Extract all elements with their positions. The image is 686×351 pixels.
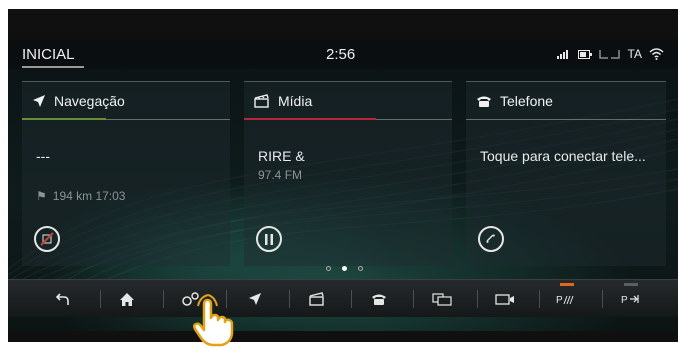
distance-eta-text: 194 km 17:03	[52, 189, 126, 203]
bottom-dock: P P	[8, 279, 678, 317]
media-station-name: RIRE &	[258, 148, 305, 164]
apps-icon	[431, 292, 452, 306]
valet-mode-flag	[624, 283, 638, 286]
navigation-card[interactable]: Navegação --- ⚑ 194 km 17:03	[22, 81, 230, 266]
handset-icon	[486, 234, 495, 243]
apps-dock-button[interactable]	[411, 280, 472, 318]
valet-mode-dock-button[interactable]: P	[600, 280, 661, 318]
valet-mode-icon: P	[621, 295, 639, 306]
park-assist-dock-button[interactable]: P	[536, 280, 597, 318]
navigation-icon	[248, 293, 261, 305]
media-card[interactable]: Mídia RIRE & 97.4 FM	[244, 81, 452, 266]
tap-gesture-hand-icon	[192, 294, 234, 347]
phone-dock-button[interactable]	[348, 280, 409, 318]
phone-divider	[466, 119, 666, 120]
svg-text:P: P	[556, 295, 563, 306]
seat-icon	[598, 49, 620, 59]
navigation-cancel-button[interactable]	[34, 226, 60, 252]
camera-dock-button[interactable]	[474, 280, 535, 318]
navigation-route-text: ---	[36, 148, 50, 164]
clapperboard-icon	[254, 94, 269, 108]
phone-card-header: Telefone	[476, 93, 553, 109]
home-icon	[119, 292, 134, 306]
media-frequency: 97.4 FM	[258, 168, 303, 182]
home-screen-title: INICIAL	[22, 46, 75, 63]
phone-card-title: Telefone	[500, 93, 553, 109]
park-assist-icon: P	[556, 295, 573, 306]
phone-icon	[371, 294, 386, 305]
traffic-announcement-indicator: TA	[627, 47, 642, 61]
infotainment-screen: INICIAL 2:56 TA Navegação --- ⚑ 194 km 1…	[8, 9, 678, 342]
navigation-card-header: Navegação	[32, 93, 125, 109]
park-assist-active-flag	[560, 283, 574, 286]
media-card-title: Mídia	[278, 93, 313, 109]
back-button[interactable]	[32, 280, 93, 318]
media-pause-button[interactable]	[256, 226, 282, 252]
media-icon	[308, 292, 324, 306]
cancel-route-icon	[40, 232, 54, 246]
wifi-icon	[649, 48, 664, 60]
media-dock-button[interactable]	[286, 280, 347, 318]
media-accent-bar	[244, 118, 376, 120]
navigation-accent-bar	[22, 118, 106, 120]
phone-call-button[interactable]	[478, 226, 504, 252]
battery-icon	[577, 49, 592, 59]
navigation-eta: ⚑ 194 km 17:03	[36, 189, 125, 203]
page-dot[interactable]	[358, 266, 363, 271]
navigation-card-title: Navegação	[54, 93, 125, 109]
home-button[interactable]	[96, 280, 157, 318]
checkered-flag-icon: ⚑	[36, 189, 47, 203]
back-icon	[55, 293, 69, 305]
clock: 2:56	[326, 46, 356, 63]
phone-card[interactable]: Telefone Toque para conectar tele...	[466, 81, 666, 266]
navigation-arrow-icon	[33, 95, 45, 107]
status-icons: TA	[556, 47, 664, 61]
camera-icon	[494, 293, 514, 305]
svg-text:P: P	[621, 295, 628, 306]
home-title-underline	[22, 66, 84, 68]
media-card-header: Mídia	[254, 93, 312, 109]
status-bar: INICIAL 2:56 TA	[8, 39, 678, 69]
signal-icon	[556, 50, 568, 59]
phone-connect-message: Toque para conectar tele...	[480, 148, 646, 164]
pause-icon	[265, 233, 273, 245]
page-indicator	[326, 266, 363, 271]
page-dot-active[interactable]	[342, 266, 347, 271]
page-dot[interactable]	[326, 266, 331, 271]
telephone-icon	[477, 96, 491, 107]
